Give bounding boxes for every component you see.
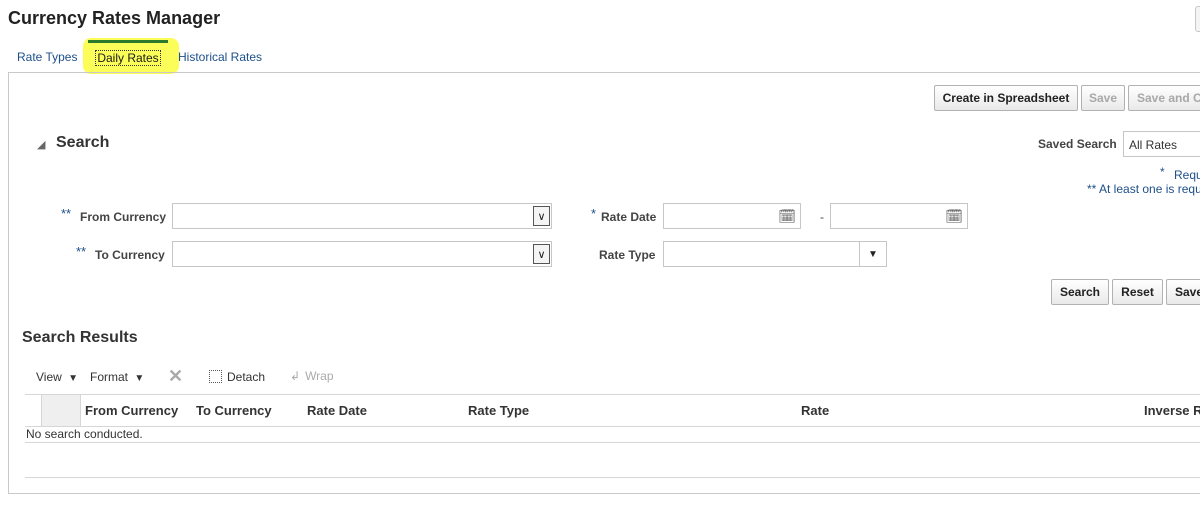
table-header-border [25, 426, 1200, 427]
delete-icon[interactable]: ✕ [168, 366, 183, 387]
column-header-from-currency[interactable]: From Currency [85, 403, 178, 418]
table-row-border [25, 442, 1200, 443]
column-header-rate-type[interactable]: Rate Type [468, 403, 529, 418]
at-least-one-note: ** At least one is requ [1087, 182, 1200, 196]
table-bottom-border [25, 477, 1200, 478]
empty-results-message: No search conducted. [26, 427, 143, 441]
column-header-rate[interactable]: Rate [801, 403, 829, 418]
collapse-triangle-icon[interactable]: ◢ [37, 138, 45, 151]
chevron-down-icon: ▼ [134, 373, 145, 384]
detach-label: Detach [227, 369, 266, 384]
rate-date-label: Rate Date [601, 210, 657, 224]
from-currency-select[interactable]: ∨ [172, 203, 552, 229]
wrap-label: Wrap [305, 369, 334, 383]
search-section-title: Search [56, 134, 110, 151]
tab-daily-rates-label: Daily Rates [95, 50, 161, 66]
wrap-button[interactable]: ↲ Wrap [290, 369, 334, 383]
table-top-border [25, 394, 1200, 395]
tab-historical-rates[interactable]: Historical Rates [178, 50, 262, 64]
help-button[interactable] [1195, 6, 1200, 32]
rate-date-from-input[interactable]: 🗓 [663, 203, 801, 229]
column-header-inverse-rate[interactable]: Inverse R [1144, 403, 1200, 418]
search-results-title: Search Results [22, 329, 138, 346]
format-label: Format [90, 370, 129, 384]
column-header-to-currency[interactable]: To Currency [196, 403, 272, 418]
rate-date-to-input[interactable]: 🗓 [830, 203, 968, 229]
row-header-cell [41, 395, 81, 427]
required-double-marker: ** [76, 244, 87, 259]
wrap-icon: ↲ [290, 369, 301, 383]
from-currency-label: From Currency [80, 210, 167, 224]
saved-search-select[interactable]: All Rates [1123, 131, 1200, 157]
date-range-separator: - [820, 210, 824, 224]
required-marker: * [591, 206, 597, 221]
view-menu[interactable]: View ▼ [36, 370, 78, 384]
rate-type-select[interactable]: ▼ [663, 241, 887, 267]
required-note: Requ [1174, 168, 1200, 182]
save-search-button[interactable]: Save [1166, 279, 1200, 305]
calendar-icon[interactable]: 🗓 [778, 208, 796, 225]
view-label: View [36, 370, 62, 384]
tab-panel [8, 72, 1200, 494]
required-double-marker: ** [61, 206, 72, 221]
save-button[interactable]: Save [1081, 85, 1125, 111]
chevron-down-icon[interactable]: ∨ [533, 206, 550, 226]
tab-daily-rates[interactable]: Daily Rates [88, 40, 168, 68]
tab-rate-types[interactable]: Rate Types [17, 50, 77, 64]
calendar-icon[interactable]: 🗓 [945, 208, 963, 225]
reset-button[interactable]: Reset [1112, 279, 1163, 305]
chevron-down-icon[interactable]: ▼ [859, 242, 886, 266]
required-marker: * [1160, 165, 1165, 179]
chevron-down-icon: ▼ [68, 373, 79, 384]
detach-icon [209, 370, 222, 384]
page-title: Currency Rates Manager [8, 8, 221, 28]
to-currency-select[interactable]: ∨ [172, 241, 552, 267]
to-currency-label: To Currency [95, 248, 165, 262]
saved-search-label: Saved Search [1038, 137, 1117, 151]
search-button[interactable]: Search [1051, 279, 1109, 305]
create-in-spreadsheet-button[interactable]: Create in Spreadsheet [934, 85, 1078, 111]
format-menu[interactable]: Format ▼ [90, 370, 144, 384]
rate-type-label: Rate Type [599, 248, 656, 262]
column-header-rate-date[interactable]: Rate Date [307, 403, 367, 418]
chevron-down-icon[interactable]: ∨ [533, 244, 550, 264]
detach-button[interactable]: Detach [209, 369, 265, 384]
save-and-close-button[interactable]: Save and C [1128, 85, 1200, 111]
